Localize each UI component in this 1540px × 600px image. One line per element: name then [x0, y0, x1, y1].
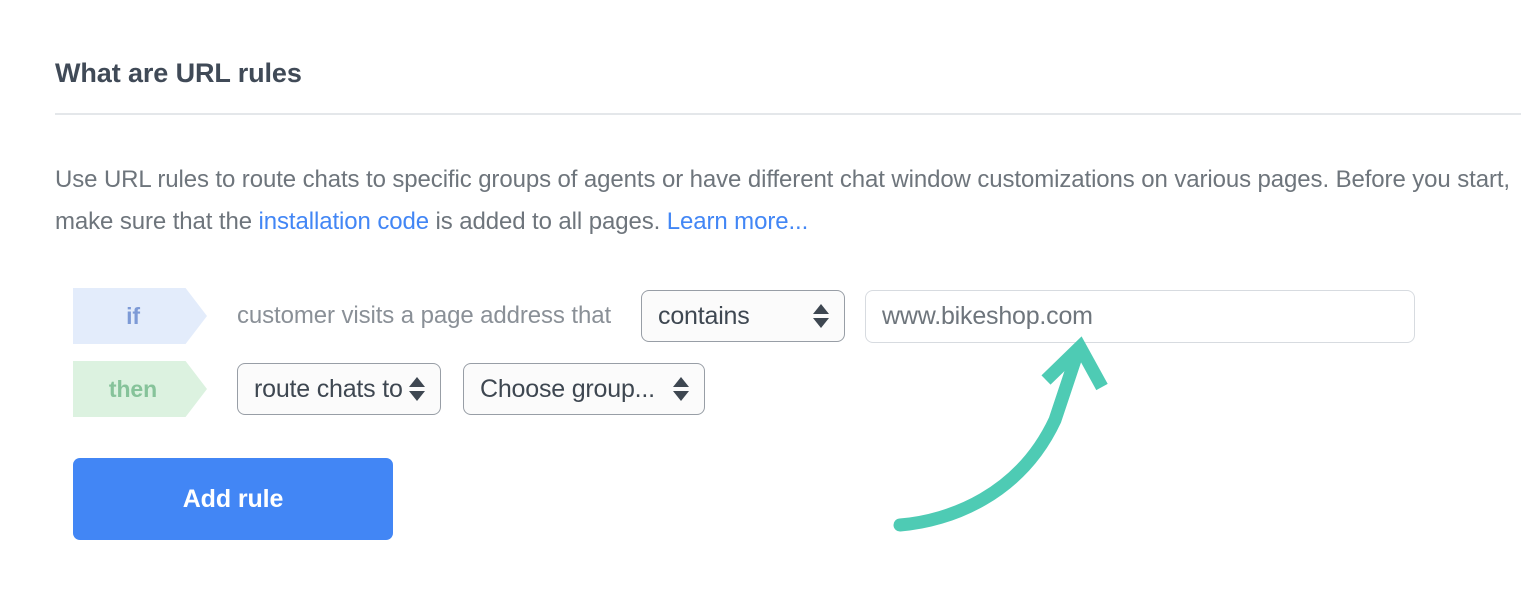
- caret-up-icon: [813, 304, 830, 314]
- select-spinner-icon: [813, 304, 830, 328]
- caret-down-icon: [813, 318, 830, 328]
- select-spinner-icon: [673, 377, 689, 401]
- if-badge: if: [73, 288, 207, 344]
- learn-more-link[interactable]: Learn more...: [667, 208, 809, 235]
- condition-label: customer visits a page address that: [237, 302, 612, 329]
- url-input[interactable]: [865, 289, 1416, 343]
- page-title: What are URL rules: [55, 58, 302, 88]
- operator-select-value: contains: [658, 301, 750, 330]
- installation-code-link[interactable]: installation code: [259, 208, 430, 235]
- rule-row-then: then route chats to Choose group...: [73, 361, 1415, 417]
- caret-up-icon: [409, 377, 425, 387]
- rule-builder: if customer visits a page address that c…: [73, 288, 1416, 417]
- then-badge: then: [73, 361, 207, 417]
- group-select[interactable]: Choose group...: [463, 363, 705, 415]
- action-select-value: route chats to: [254, 374, 403, 403]
- action-select[interactable]: route chats to: [237, 363, 441, 415]
- caret-down-icon: [673, 391, 689, 401]
- add-rule-button[interactable]: Add rule: [73, 458, 393, 540]
- rule-row-if: if customer visits a page address that c…: [73, 288, 1416, 344]
- select-spinner-icon: [409, 377, 425, 401]
- section-description: Use URL rules to route chats to specific…: [55, 159, 1525, 243]
- caret-up-icon: [673, 377, 689, 387]
- title-divider: [55, 113, 1521, 115]
- group-select-value: Choose group...: [480, 374, 655, 403]
- caret-down-icon: [409, 391, 425, 401]
- description-text-part2: is added to all pages.: [428, 208, 667, 235]
- operator-select[interactable]: contains: [641, 290, 846, 342]
- url-rules-page: What are URL rules Use URL rules to rout…: [0, 0, 1540, 600]
